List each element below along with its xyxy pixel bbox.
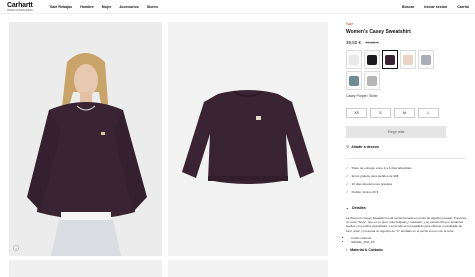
swatch-7[interactable] bbox=[364, 71, 380, 90]
details-title: Detalles bbox=[352, 206, 366, 210]
benefit-text: Pedido mínimo 20 € bbox=[351, 190, 379, 194]
swatch-chip bbox=[367, 54, 377, 65]
product-description: La Women's Casey Sweatshirt está confecc… bbox=[346, 216, 466, 233]
benefit-item: ✓ 30 días devoluciones gratuitas bbox=[346, 182, 466, 186]
brand-logo[interactable]: Carhartt bbox=[7, 2, 33, 9]
care-title: Material & Cuidado bbox=[350, 248, 383, 253]
sale-badge: Sale bbox=[346, 22, 354, 26]
benefit-item: ✓ Envío gratuito para pedidos de 99€ bbox=[346, 174, 466, 178]
wishlist-button[interactable]: ♡ Añadir a deseos bbox=[346, 145, 466, 149]
details-toggle[interactable]: ⌄ Detalles bbox=[346, 206, 466, 210]
nav-item-hombre[interactable]: Hombre bbox=[80, 5, 94, 9]
swatch-4[interactable] bbox=[400, 50, 416, 69]
swatch-2[interactable] bbox=[364, 50, 380, 69]
size-xs[interactable]: XS bbox=[346, 108, 367, 118]
care-toggle[interactable]: › Material & Cuidado bbox=[346, 248, 466, 252]
zoom-icon[interactable]: + bbox=[13, 245, 19, 251]
nav-item-sale[interactable]: Sale Rebajas bbox=[50, 5, 72, 9]
swatch-3-selected[interactable] bbox=[382, 50, 398, 69]
header-actions: Buscar Iniciar sesión Carrito bbox=[402, 5, 469, 9]
benefit-text: 30 días devoluciones gratuitas bbox=[351, 182, 393, 186]
benefits-list: ✓ Plazo de entrega: entre 2 a 4 días labo… bbox=[346, 158, 466, 194]
size-s[interactable]: S bbox=[370, 108, 391, 118]
brand-logo-subtitle: WORK IN PROGRESS bbox=[7, 9, 33, 12]
swatch-1[interactable] bbox=[346, 50, 362, 69]
swatch-chip bbox=[421, 54, 431, 65]
product-info: Sale Women's Casey Sweatshirt 39,50 € 79… bbox=[346, 22, 466, 252]
product-image-model[interactable]: + bbox=[9, 22, 162, 256]
original-price: 79,00 € bbox=[365, 40, 379, 45]
login-link[interactable]: Iniciar sesión bbox=[424, 5, 447, 9]
chevron-down-icon: ⌄ bbox=[346, 206, 350, 210]
swatch-chip bbox=[385, 54, 395, 65]
product-image-3[interactable] bbox=[9, 260, 162, 277]
product-image-flat[interactable] bbox=[168, 22, 328, 256]
main-nav: Sale Rebajas Hombre Mujer Accesorios Sto… bbox=[50, 5, 158, 9]
product-title: Women's Casey Sweatshirt bbox=[346, 29, 411, 35]
check-icon: ✓ bbox=[346, 182, 349, 186]
swatch-chip bbox=[403, 54, 413, 65]
cart-link[interactable]: Carrito bbox=[457, 5, 469, 9]
benefit-text: Plazo de entrega: entre 2 a 4 días labor… bbox=[351, 166, 412, 170]
swatch-6[interactable] bbox=[346, 71, 362, 90]
choose-size-button[interactable]: Elegir talla bbox=[346, 126, 446, 138]
chevron-right-icon: › bbox=[346, 248, 348, 253]
size-m[interactable]: M bbox=[394, 108, 415, 118]
details-list: Cuello redondo I032042_06H_XX bbox=[346, 236, 466, 244]
check-icon: ✓ bbox=[346, 166, 349, 170]
benefit-text: Envío gratuito para pedidos de 99€ bbox=[351, 174, 399, 178]
swatch-chip bbox=[367, 75, 377, 86]
nav-item-mujer[interactable]: Mujer bbox=[102, 5, 112, 9]
size-options: XS S M L bbox=[346, 108, 466, 118]
heart-icon: ♡ bbox=[346, 145, 350, 149]
current-price: 39,50 € bbox=[346, 40, 362, 45]
check-icon: ✓ bbox=[346, 190, 349, 194]
nav-item-accesorios[interactable]: Accesorios bbox=[119, 5, 138, 9]
price-block: 39,50 € 79,00 € bbox=[346, 40, 466, 45]
product-photo bbox=[168, 22, 328, 256]
selected-color-label: Casey Purple / Silver bbox=[346, 94, 378, 98]
details-item: I032042_06H_XX bbox=[351, 240, 466, 244]
swatch-chip bbox=[349, 75, 359, 86]
nav-item-stores[interactable]: Stores bbox=[147, 5, 158, 9]
check-icon: ✓ bbox=[346, 174, 349, 178]
benefit-item: ✓ Pedido mínimo 20 € bbox=[346, 190, 466, 194]
product-image-4[interactable] bbox=[168, 260, 328, 277]
size-l[interactable]: L bbox=[418, 108, 439, 118]
wishlist-label: Añadir a deseos bbox=[351, 145, 379, 149]
swatch-chip bbox=[349, 54, 359, 65]
search-link[interactable]: Buscar bbox=[402, 5, 414, 9]
benefit-item: ✓ Plazo de entrega: entre 2 a 4 días labo… bbox=[346, 166, 466, 170]
swatch-5[interactable] bbox=[418, 50, 434, 69]
color-swatches bbox=[346, 50, 466, 90]
model-photo bbox=[9, 22, 162, 256]
site-header: Carhartt WORK IN PROGRESS Sale Rebajas H… bbox=[0, 0, 475, 14]
